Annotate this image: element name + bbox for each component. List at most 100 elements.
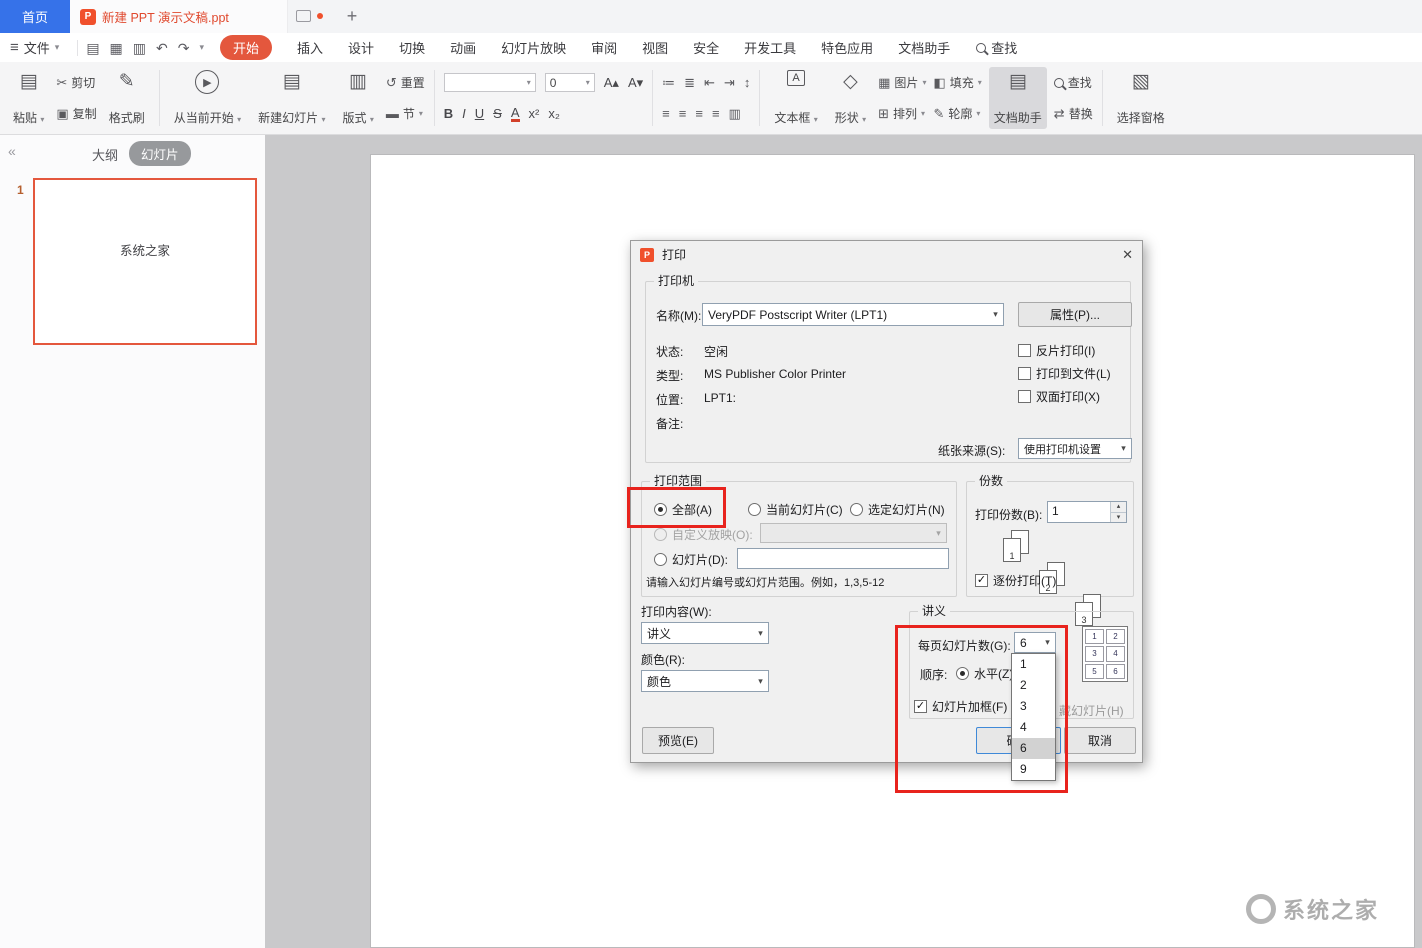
chevron-down-icon: ▾ (753, 676, 768, 687)
printer-location-label: 位置: (656, 391, 683, 408)
print-preview-icon[interactable]: ▥ (133, 41, 146, 55)
tab-transition[interactable]: 切换 (399, 38, 425, 57)
indent-icon[interactable]: ⇥ (724, 75, 735, 91)
tab-doc-assistant[interactable]: 文档助手 (898, 38, 950, 57)
paper-source-select[interactable]: 使用打印机设置 ▾ (1018, 438, 1132, 459)
font-name-select[interactable]: ▾ (444, 73, 536, 92)
divider (159, 70, 160, 126)
print-dialog-titlebar[interactable]: P 打印 ✕ (631, 241, 1142, 268)
tab-review[interactable]: 审阅 (591, 38, 617, 57)
handout-cell: 6 (1106, 664, 1125, 679)
bullets-icon[interactable]: ≔ (662, 75, 675, 91)
undo-icon[interactable]: ↶ (156, 41, 168, 55)
doc-assistant-button[interactable]: ▤ 文档助手 (989, 67, 1047, 129)
printer-name-select[interactable]: VeryPDF Postscript Writer (LPT1) ▾ (702, 303, 1004, 326)
copies-group-title: 份数 (975, 474, 1007, 488)
tab-outline[interactable]: 大纲 (92, 145, 118, 164)
align-left-icon[interactable]: ≡ (662, 106, 670, 121)
cancel-button[interactable]: 取消 (1064, 727, 1136, 754)
printer-properties-button[interactable]: 属性(P)... (1018, 302, 1132, 327)
spin-down-icon[interactable]: ▾ (1111, 512, 1126, 523)
tab-view[interactable]: 视图 (642, 38, 668, 57)
tab-devtools[interactable]: 开发工具 (744, 38, 796, 57)
home-tab[interactable]: 首页 (0, 0, 70, 33)
print-content-select[interactable]: 讲义 ▾ (641, 622, 769, 644)
duplex-checkbox[interactable]: 双面打印(X) (1018, 388, 1100, 405)
grow-font-icon[interactable]: A▴ (604, 75, 619, 91)
font-color-button[interactable]: A (511, 106, 520, 122)
tab-slideshow[interactable]: 幻灯片放映 (501, 38, 566, 57)
preview-button[interactable]: 预览(E) (642, 727, 714, 754)
color-value: 颜色 (642, 673, 753, 690)
save-icon[interactable]: ▤ (86, 41, 99, 55)
italic-button[interactable]: I (462, 106, 466, 121)
range-selected-radio[interactable]: 选定幻灯片(N) (850, 501, 945, 518)
tab-animation[interactable]: 动画 (450, 38, 476, 57)
spin-up-icon[interactable]: ▴ (1111, 502, 1126, 512)
play-from-current-button[interactable]: ▶ 从当前开始 ▾ (169, 67, 246, 129)
copies-stepper[interactable]: 1 ▴ ▾ (1047, 501, 1127, 523)
textbox-button[interactable]: A 文本框 ▾ (769, 67, 822, 129)
tab-design[interactable]: 设计 (348, 38, 374, 57)
tab-security[interactable]: 安全 (693, 38, 719, 57)
document-tab[interactable]: P 新建 PPT 演示文稿.ppt (70, 0, 288, 33)
range-current-radio[interactable]: 当前幻灯片(C) (748, 501, 843, 518)
print-range-group-title: 打印范围 (650, 474, 706, 488)
file-menu[interactable]: ≡ 文件 ▾ (10, 38, 59, 57)
justify-icon[interactable]: ≡ (712, 106, 720, 121)
subscript-button[interactable]: x₂ (548, 106, 560, 121)
reset-button[interactable]: ↺ 重置 (386, 72, 425, 94)
align-right-icon[interactable]: ≡ (695, 106, 703, 121)
underline-button[interactable]: U (475, 106, 484, 121)
font-size-select[interactable]: 0 ▾ (545, 73, 595, 92)
print-icon[interactable]: ▦ (110, 41, 123, 55)
numbering-icon[interactable]: ≣ (684, 75, 695, 91)
tab-home[interactable]: 开始 (220, 35, 272, 60)
reverse-print-checkbox[interactable]: 反片打印(I) (1018, 342, 1095, 359)
slide-range-input[interactable] (737, 548, 949, 569)
fill-button[interactable]: ◧ 填充 ▾ (933, 72, 981, 94)
color-select[interactable]: 颜色 ▾ (641, 670, 769, 692)
redo-icon[interactable]: ↷ (178, 41, 190, 55)
close-icon[interactable]: ✕ (1122, 247, 1133, 263)
session-monitor-icon[interactable] (296, 10, 311, 22)
replace-button[interactable]: ⇄ 替换 (1054, 103, 1093, 125)
slide-thumbnail[interactable]: 系统之家 (33, 178, 257, 345)
tab-special-features[interactable]: 特色应用 (821, 38, 873, 57)
duplex-label: 双面打印(X) (1036, 388, 1100, 405)
picture-button[interactable]: ▦ 图片 ▾ (878, 72, 926, 94)
outline-button[interactable]: ✎ 轮廓 ▾ (933, 103, 981, 125)
tab-slides[interactable]: 幻灯片 (129, 141, 191, 166)
cancel-button-label: 取消 (1088, 732, 1112, 749)
collate-checkbox[interactable]: ✓ 逐份打印(T) (975, 572, 1056, 589)
strikethrough-button[interactable]: S (493, 106, 502, 121)
print-to-file-checkbox[interactable]: 打印到文件(L) (1018, 365, 1111, 382)
window-tab-bar: 首页 P 新建 PPT 演示文稿.ppt + (0, 0, 1422, 34)
copy-button[interactable]: ▣ 复制 (56, 103, 96, 125)
collapse-sidebar-icon[interactable]: « (8, 143, 16, 159)
range-slides-radio[interactable]: 幻灯片(D): (654, 551, 728, 568)
shapes-button[interactable]: ◇ 形状 ▾ (830, 67, 871, 129)
bold-button[interactable]: B (444, 106, 453, 121)
line-spacing-icon[interactable]: ↕ (744, 75, 751, 90)
arrange-button[interactable]: ⊞ 排列 ▾ (878, 103, 926, 125)
new-document-tab-button[interactable]: + (340, 4, 364, 28)
columns-icon[interactable]: ▥ (729, 106, 741, 122)
ribbon-search[interactable]: 查找 (976, 38, 1017, 57)
align-center-icon[interactable]: ≡ (679, 106, 687, 121)
chevron-down-icon[interactable]: ▾ (199, 42, 204, 53)
tab-insert[interactable]: 插入 (297, 38, 323, 57)
checkbox-checked-icon: ✓ (975, 574, 988, 587)
outdent-icon[interactable]: ⇤ (704, 75, 715, 91)
find-button[interactable]: 查找 (1054, 72, 1093, 94)
section-button[interactable]: ▬ 节 ▾ (386, 103, 425, 125)
new-slide-button[interactable]: ▤ 新建幻灯片 ▾ (253, 67, 330, 129)
cut-button[interactable]: ✂ 剪切 (56, 72, 96, 94)
handout-layout-preview: 1 2 3 4 5 6 (1082, 626, 1128, 682)
shrink-font-icon[interactable]: A▾ (628, 75, 643, 91)
superscript-button[interactable]: x² (529, 106, 540, 121)
format-painter-button[interactable]: ✎ 格式刷 (104, 67, 150, 129)
layout-button[interactable]: ▥ 版式 ▾ (337, 67, 378, 129)
paste-button[interactable]: ▤ 粘贴 ▾ (8, 67, 49, 129)
selection-pane-button[interactable]: ▧ 选择窗格 (1112, 67, 1170, 129)
